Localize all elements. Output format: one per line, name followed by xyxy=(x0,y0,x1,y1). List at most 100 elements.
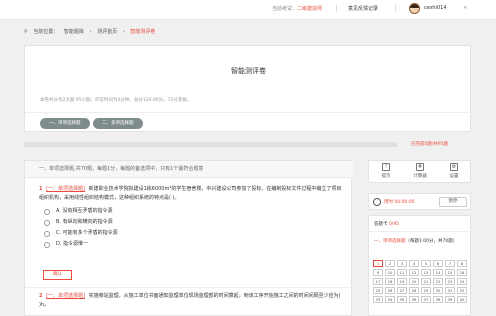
divider xyxy=(25,112,472,113)
question-1: 1 [一、单项选择题] 新建职业技术学院拟建设1栋6000m²的学生宿舍楼，中兴… xyxy=(39,185,345,250)
answer-sheet-cell[interactable]: 38 xyxy=(433,296,443,303)
tool-bar: ! 提示 # 计算器 ⚙ 设置 xyxy=(368,160,471,183)
elapsed-time: 用时 00:00:00 xyxy=(384,200,415,205)
answer-sheet-cell[interactable]: 22 xyxy=(433,278,443,285)
question-number: 2 xyxy=(39,293,43,299)
question-number: 1 xyxy=(39,186,43,192)
answer-sheet-cell[interactable]: 24 xyxy=(457,278,467,285)
answer-sheet-cell[interactable]: 5 xyxy=(421,260,431,267)
question-2: 2 [一、单项选择题] 实施旁站监理，从施工单位书面通知监理单位现场监理部的时间… xyxy=(39,292,345,309)
radio-button[interactable] xyxy=(44,241,50,248)
answer-sheet-cell[interactable]: 27 xyxy=(397,287,407,294)
progress-track xyxy=(24,142,397,147)
radio-button[interactable] xyxy=(44,230,50,237)
current-exam-label: 当前考试： xyxy=(272,6,298,12)
answer-sheet-cell[interactable]: 9 xyxy=(373,269,383,276)
answer-sheet-cell[interactable]: 39 xyxy=(445,296,455,303)
confirm-button[interactable]: 确认 xyxy=(43,270,72,280)
answer-sheet-cell[interactable]: 30 xyxy=(433,287,443,294)
progress-bar: 已完成0题/共95题 xyxy=(24,140,471,150)
answer-sheet-cell[interactable]: 16 xyxy=(457,269,467,276)
hint-button[interactable]: ! 提示 xyxy=(369,163,403,179)
pause-button[interactable]: 暂停 xyxy=(439,197,467,207)
calculator-button[interactable]: # 计算器 xyxy=(403,163,437,179)
answer-sheet-cell[interactable]: 31 xyxy=(445,287,455,294)
answer-options: A. 没有相互矛盾的指令源 B. 有纵向和横向的指令源 C. 可能有多个矛盾的指… xyxy=(44,206,345,250)
tab-single-choice[interactable]: 一、单项选择题 xyxy=(40,118,90,129)
answer-sheet-cell[interactable]: 40 xyxy=(457,296,467,303)
answer-sheet-cell[interactable]: 34 xyxy=(385,296,395,303)
divider xyxy=(25,287,353,288)
tab-multiple-choice[interactable]: 二、多项选择题 xyxy=(93,118,143,129)
answer-sheet-cell[interactable]: 1 xyxy=(373,260,383,267)
user-avatar[interactable] xyxy=(409,3,420,14)
answer-sheet-cell[interactable]: 20 xyxy=(409,278,419,285)
answer-sheet-cell[interactable]: 32 xyxy=(457,287,467,294)
radio-button[interactable] xyxy=(44,219,50,226)
location-pin-icon: ⚲ xyxy=(24,29,28,35)
answer-sheet-cell[interactable]: 17 xyxy=(373,278,383,285)
option-label: C. 可能有多个矛盾的指令源 xyxy=(56,230,118,236)
breadcrumb: ⚲ 当前位置： 智能题库 › 测评首页 › 智能测评卷 xyxy=(24,29,156,35)
answer-sheet-cell[interactable]: 15 xyxy=(445,269,455,276)
paper-info-card: 智能测评卷 本卷共分为2大题 95小题，作答时间为0分钟，总分120.00分，7… xyxy=(24,45,472,132)
answer-sheet-cell[interactable]: 11 xyxy=(397,269,407,276)
answer-sheet-cell[interactable]: 18 xyxy=(385,278,395,285)
option-d[interactable]: D. 指令源惟一 xyxy=(44,239,345,250)
option-c[interactable]: C. 可能有多个矛盾的指令源 xyxy=(44,228,345,239)
option-b[interactable]: B. 有纵向和横向的指令源 xyxy=(44,217,345,228)
breadcrumb-item-question-bank[interactable]: 智能题库 xyxy=(64,29,84,35)
question-panel: 一、单项选择题,共70题，每题1分，每题的备选项中，只有1个最符合题意 1 [一… xyxy=(24,160,353,316)
answer-sheet-cell[interactable]: 29 xyxy=(421,287,431,294)
chevron-down-icon[interactable]: ▾ xyxy=(464,5,467,11)
exam-select-dropdown[interactable]: 二级建造师 xyxy=(297,5,322,12)
answer-sheet-cell[interactable]: 2 xyxy=(385,260,395,267)
lightbulb-icon: ! xyxy=(382,163,390,171)
answer-sheet-cell[interactable]: 4 xyxy=(409,260,419,267)
question-text: 2 [一、单项选择题] 实施旁站监理，从施工单位书面通知监理单位现场监理部的时间… xyxy=(39,292,345,309)
answer-sheet-cell[interactable]: 7 xyxy=(445,260,455,267)
calculator-icon: # xyxy=(416,163,424,171)
answer-sheet: 答题卡 0/95 一、单项选择题（每题1.00分，共70题） 123456789… xyxy=(368,215,472,316)
top-bar: 当前考试： 二级建造师 意见反馈记录 ceshi014 ▾ xyxy=(0,0,496,20)
answer-sheet-cell[interactable]: 10 xyxy=(385,269,395,276)
breadcrumb-item-test-home[interactable]: 测评首页 xyxy=(97,29,117,35)
answer-sheet-grid: 1 2 3 4 5 6 7 8 9 10 11 12 13 14 15 16 17 18 19 20 21 22 23 24 2… xyxy=(373,260,469,303)
answer-sheet-section: 一、单项选择题（每题1.00分，共70题） xyxy=(374,239,458,244)
answer-sheet-cell[interactable]: 12 xyxy=(409,269,419,276)
option-a[interactable]: A. 没有相互矛盾的指令源 xyxy=(44,206,345,217)
answer-sheet-cell[interactable]: 8 xyxy=(457,260,467,267)
answer-sheet-cell[interactable]: 3 xyxy=(397,260,407,267)
feedback-link[interactable]: 意见反馈记录 xyxy=(348,5,378,12)
answer-sheet-cell[interactable]: 33 xyxy=(373,296,383,303)
option-label: D. 指令源惟一 xyxy=(56,241,89,247)
answer-sheet-cell[interactable]: 37 xyxy=(421,296,431,303)
answer-sheet-cell[interactable]: 13 xyxy=(421,269,431,276)
settings-button[interactable]: ⚙ 设置 xyxy=(437,163,471,179)
answer-sheet-cell[interactable]: 19 xyxy=(397,278,407,285)
option-label: B. 有纵向和横向的指令源 xyxy=(56,219,113,225)
answer-sheet-cell[interactable]: 25 xyxy=(373,287,383,294)
breadcrumb-prefix: 当前位置： xyxy=(33,29,59,35)
clock-icon xyxy=(373,198,381,206)
divider xyxy=(336,5,337,12)
answer-sheet-cell[interactable]: 6 xyxy=(433,260,443,267)
progress-text: 已完成0题/共95题 xyxy=(411,142,449,147)
question-type-tag[interactable]: [一、单项选择题] xyxy=(46,293,85,299)
radio-button[interactable] xyxy=(44,208,50,215)
answer-sheet-cell[interactable]: 21 xyxy=(421,278,431,285)
answer-sheet-cell[interactable]: 26 xyxy=(385,287,395,294)
username-menu[interactable]: ceshi014 xyxy=(424,5,447,11)
answer-sheet-cell[interactable]: 36 xyxy=(409,296,419,303)
timer-box: 用时 00:00:00 暂停 xyxy=(368,193,471,210)
divider xyxy=(369,231,472,232)
option-label: A. 没有相互矛盾的指令源 xyxy=(56,208,113,214)
answer-sheet-cell[interactable]: 35 xyxy=(397,296,407,303)
answer-sheet-cell[interactable]: 14 xyxy=(433,269,443,276)
question-type-tag[interactable]: [一、单项选择题] xyxy=(46,186,85,192)
section-header: 一、单项选择题,共70题，每题1分，每题的备选项中，只有1个最符合题意 xyxy=(25,161,353,178)
answer-sheet-cell[interactable]: 28 xyxy=(409,287,419,294)
answered-count: 答题卡 0/95 xyxy=(374,222,400,227)
answer-sheet-cell[interactable]: 23 xyxy=(445,278,455,285)
paper-description: 本卷共分为2大题 95小题，作答时间为0分钟，总分120.00分，72分及格。 xyxy=(40,98,192,103)
